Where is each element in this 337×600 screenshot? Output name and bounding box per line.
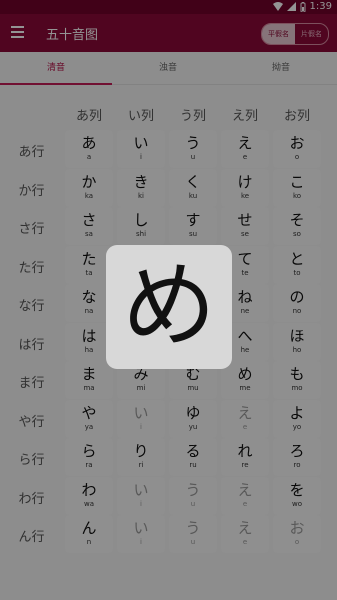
popup-kana: め [121,252,216,361]
kana-popup[interactable]: め [106,245,232,369]
